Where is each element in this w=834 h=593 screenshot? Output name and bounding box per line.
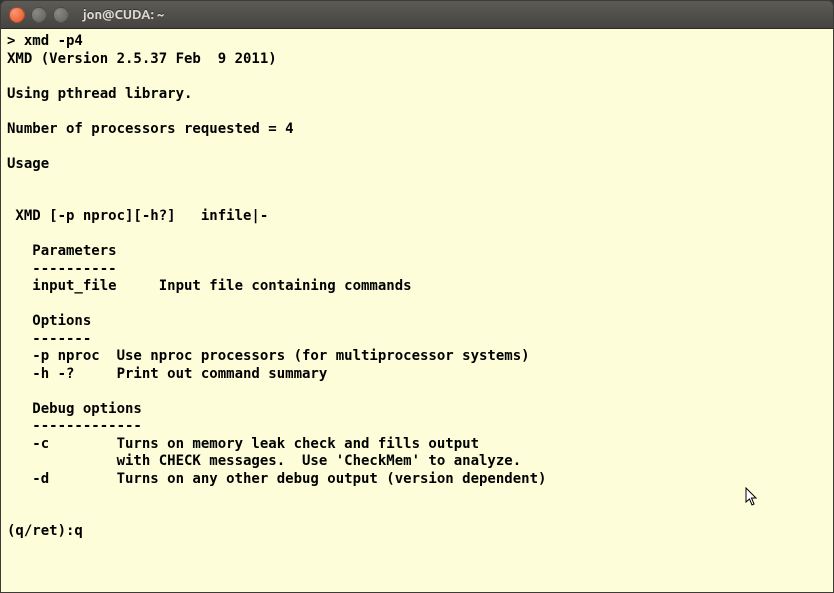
output-line: Using pthread library.: [7, 86, 192, 102]
terminal-body[interactable]: > xmd -p4 XMD (Version 2.5.37 Feb 9 2011…: [1, 29, 833, 592]
output-line: -h -? Print out command summary: [7, 366, 327, 382]
output-line: -------: [7, 331, 91, 347]
output-line: XMD (Version 2.5.37 Feb 9 2011): [7, 51, 277, 67]
window-controls: [9, 7, 69, 23]
output-line: Usage: [7, 156, 49, 172]
output-line: XMD [-p nproc][-h?] infile|-: [7, 208, 268, 224]
output-line: -c Turns on memory leak check and fills …: [7, 436, 479, 452]
close-icon[interactable]: [9, 7, 25, 23]
output-line: -------------: [7, 418, 142, 434]
output-line: -d Turns on any other debug output (vers…: [7, 471, 546, 487]
pager-prompt: (q/ret):q: [7, 523, 83, 539]
mouse-cursor-icon: [745, 487, 761, 507]
output-line: Parameters: [7, 243, 117, 259]
command-input: xmd -p4: [24, 33, 83, 49]
prompt: >: [7, 33, 24, 49]
minimize-icon[interactable]: [31, 7, 47, 23]
window-titlebar[interactable]: jon@CUDA: ~: [1, 1, 833, 29]
output-line: Debug options: [7, 401, 142, 417]
terminal-window: jon@CUDA: ~ > xmd -p4 XMD (Version 2.5.3…: [0, 0, 834, 593]
maximize-icon[interactable]: [53, 7, 69, 23]
output-line: with CHECK messages. Use 'CheckMem' to a…: [7, 453, 521, 469]
output-line: ----------: [7, 261, 117, 277]
output-line: input_file Input file containing command…: [7, 278, 412, 294]
window-title: jon@CUDA: ~: [83, 8, 164, 22]
output-line: Number of processors requested = 4: [7, 121, 294, 137]
output-line: -p nproc Use nproc processors (for multi…: [7, 348, 530, 364]
output-line: Options: [7, 313, 91, 329]
